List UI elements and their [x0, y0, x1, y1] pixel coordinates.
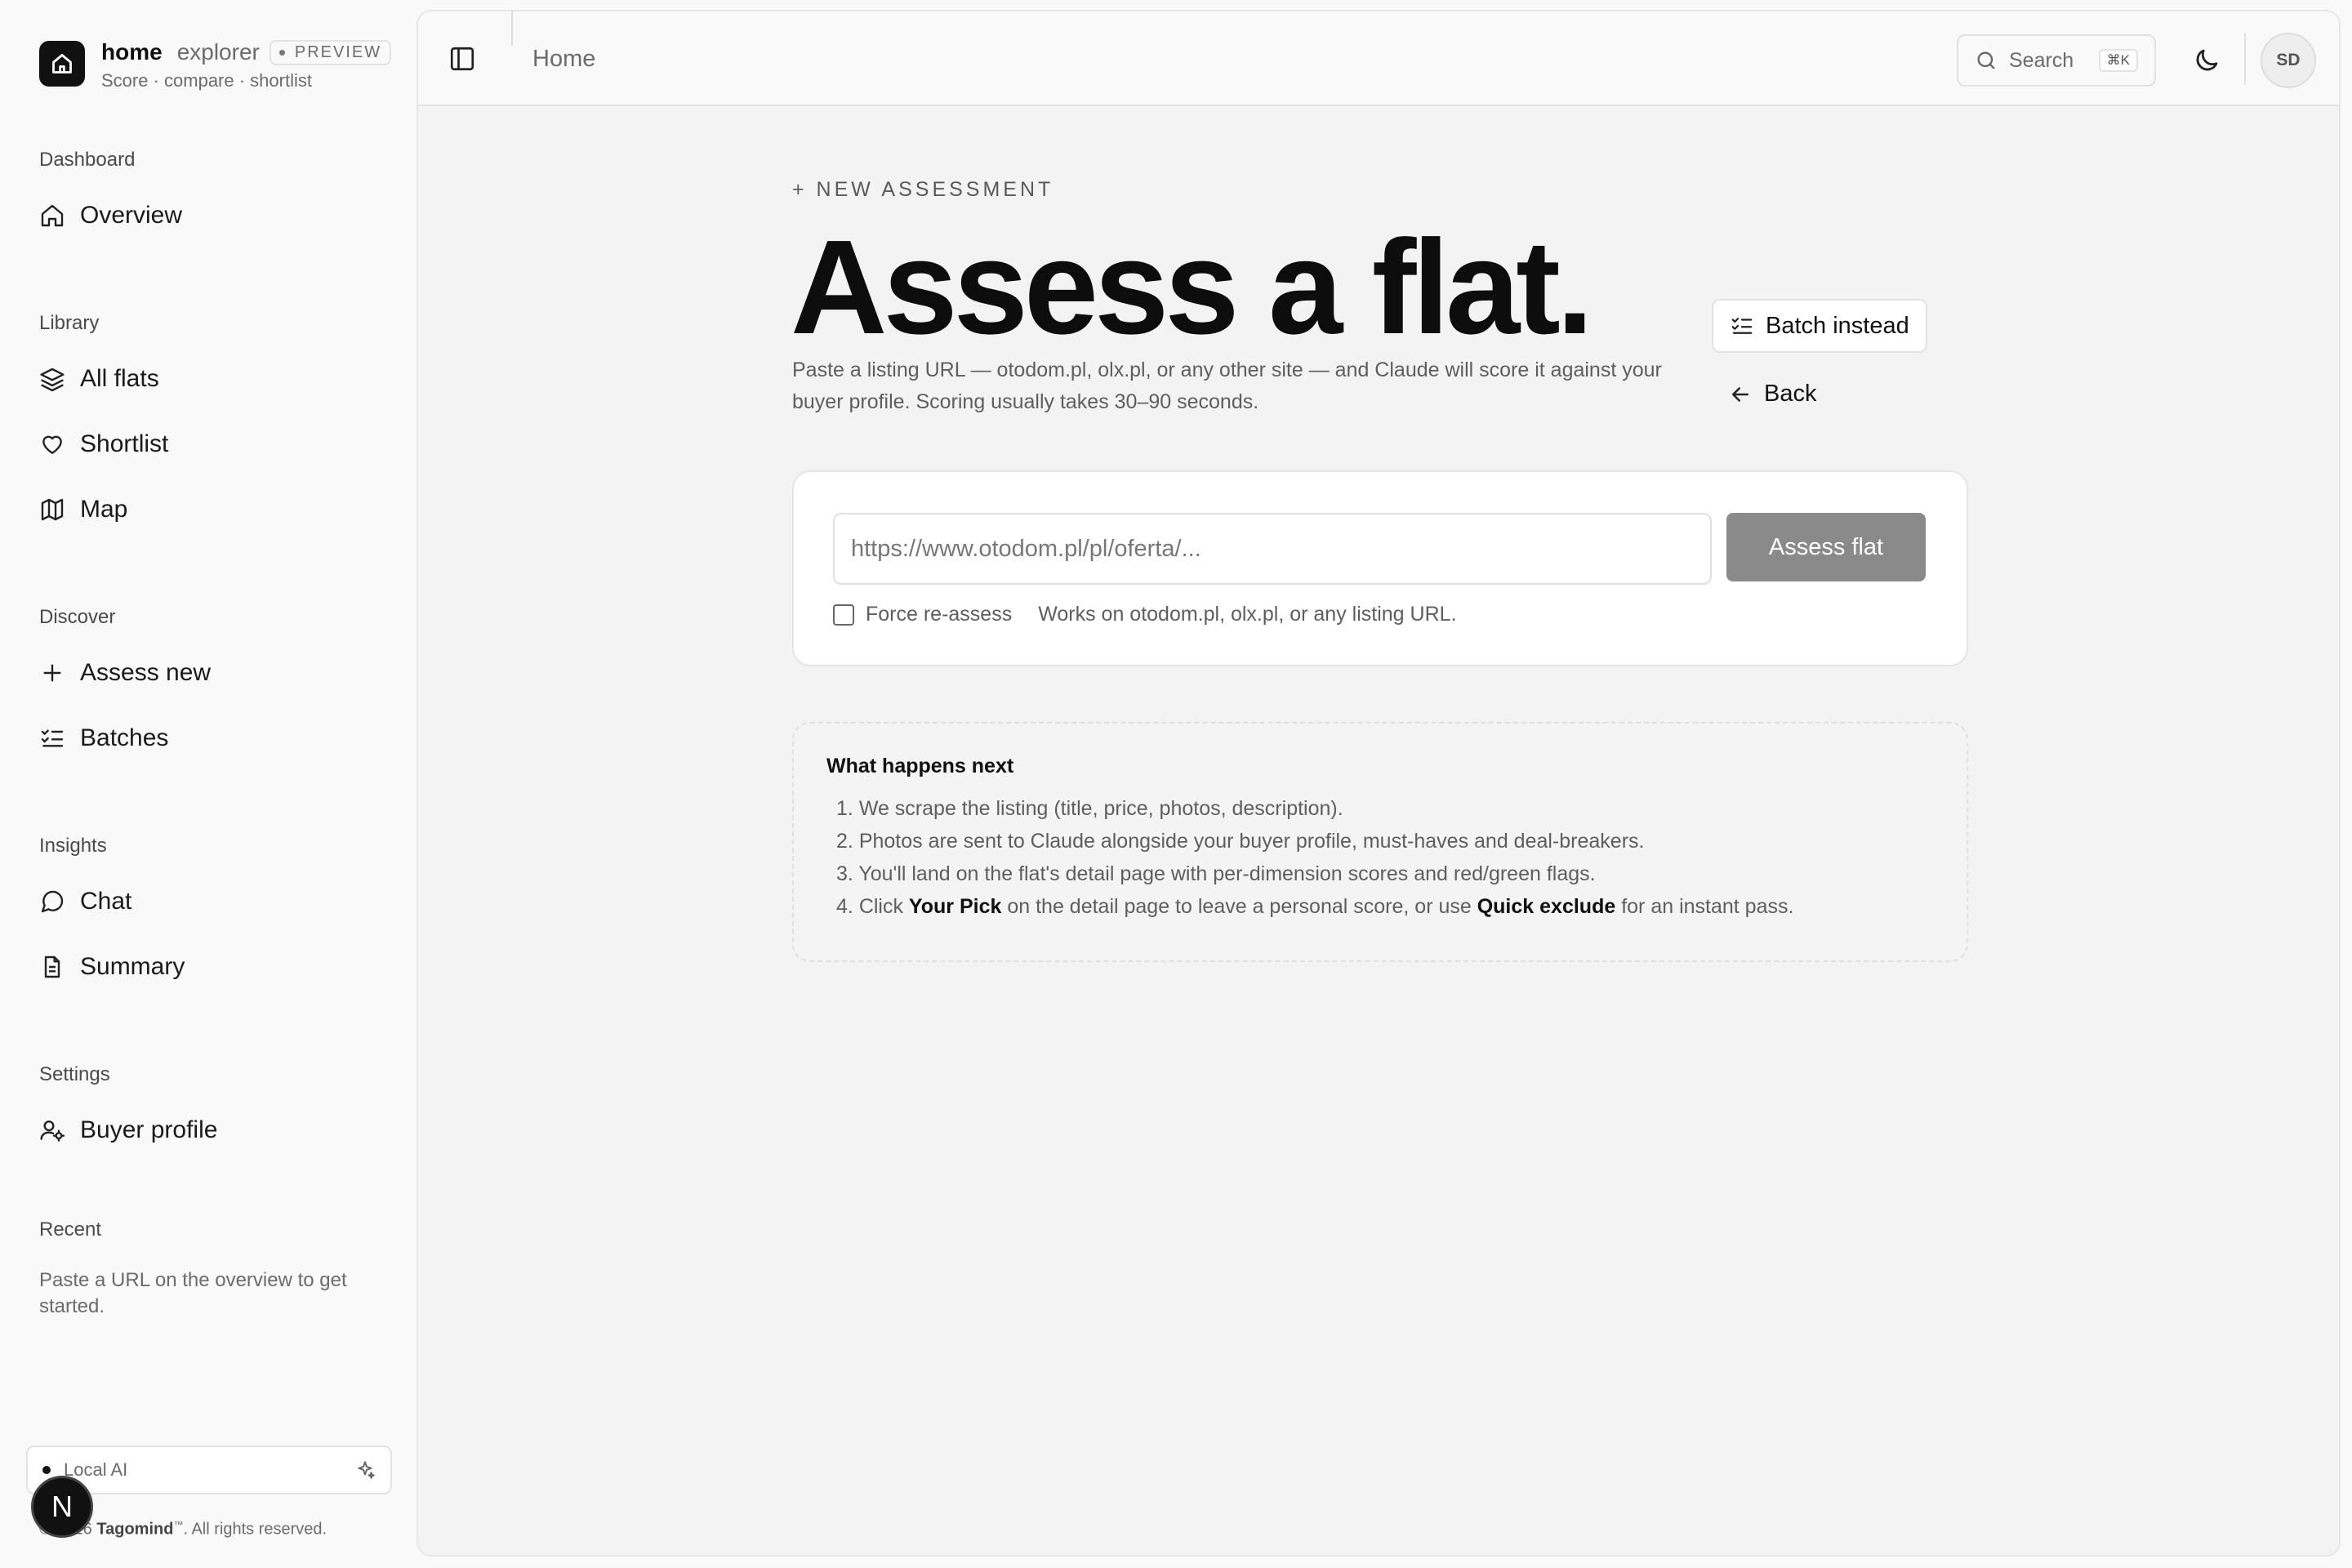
map-icon	[41, 498, 64, 521]
eyebrow: + NEW ASSESSMENT	[792, 178, 1054, 201]
assess-form-card: Assess flat Force re-assess Works on oto…	[792, 470, 1968, 666]
recent-empty-text: Paste a URL on the overview to get start…	[39, 1269, 347, 1317]
home-logo-icon	[39, 41, 85, 87]
home-icon	[41, 204, 64, 227]
preview-badge: PREVIEW	[269, 39, 392, 65]
step-item: 2. Photos are sent to Claude alongside y…	[836, 830, 1645, 853]
heart-icon	[42, 435, 62, 454]
list-checks-icon	[41, 729, 64, 747]
section-label-recent: Recent	[39, 1218, 102, 1241]
force-reassess-row: Force re-assess Works on otodom.pl, olx.…	[833, 603, 1456, 626]
panel-left-icon	[450, 47, 474, 71]
section-label-library: Library	[39, 312, 100, 334]
search-shortcut: ⌘K	[2098, 49, 2138, 72]
assess-flat-button[interactable]: Assess flat	[1726, 513, 1926, 581]
back-button[interactable]: Back	[1728, 381, 1816, 408]
moon-icon	[2196, 49, 2218, 71]
search-label: Search	[2009, 48, 2074, 72]
local-ai-label: Local AI	[64, 1459, 128, 1480]
force-reassess-label[interactable]: Force re-assess	[866, 603, 1012, 626]
list-checks-icon	[1731, 318, 1753, 334]
message-circle-icon	[41, 890, 64, 913]
section-label-insights: Insights	[39, 835, 107, 857]
search-button[interactable]: Search ⌘K	[1957, 34, 2156, 87]
theme-toggle-button[interactable]	[2192, 46, 2221, 75]
toggle-sidebar-button[interactable]	[448, 44, 477, 74]
breadcrumb[interactable]: Home	[532, 46, 595, 73]
topbar-divider	[511, 11, 513, 46]
step-item: 3. You'll land on the flat's detail page…	[836, 862, 1596, 885]
topbar: Home Search ⌘K SD	[418, 11, 2339, 106]
main-panel: Home Search ⌘K SD + NEW ASSESSMENT Asses…	[416, 10, 2341, 1557]
page-title: Assess a flat.	[791, 212, 1593, 362]
layers-icon	[40, 368, 65, 392]
user-cog-icon	[40, 1120, 65, 1142]
topbar-divider-right	[2244, 33, 2246, 85]
force-reassess-checkbox[interactable]	[833, 604, 854, 626]
step-item: 4. Click Your Pick on the detail page to…	[836, 895, 1794, 918]
step-item: 1. We scrape the listing (title, price, …	[836, 797, 1343, 820]
section-label-dashboard: Dashboard	[39, 149, 136, 171]
brand-name: home	[101, 39, 163, 65]
sparkles-icon	[358, 1461, 375, 1479]
batch-instead-button[interactable]: Batch instead	[1712, 299, 1927, 353]
search-icon	[1977, 51, 1995, 69]
sidebar-item-batches[interactable]: Batches	[39, 719, 168, 758]
sidebar-item-shortlist[interactable]: Shortlist	[39, 425, 168, 464]
sidebar-item-overview[interactable]: Overview	[39, 196, 182, 235]
sidebar: home explorer PREVIEW Score · compare · …	[0, 0, 416, 1568]
sidebar-item-chat[interactable]: Chat	[39, 882, 131, 921]
listing-url-input[interactable]	[833, 513, 1712, 585]
arrow-left-icon	[1732, 386, 1748, 402]
what-happens-next-card: What happens next 1. We scrape the listi…	[792, 722, 1968, 962]
sidebar-item-assess-new[interactable]: Assess new	[39, 653, 211, 693]
supported-sites-hint: Works on otodom.pl, olx.pl, or any listi…	[1038, 603, 1457, 626]
sidebar-item-map[interactable]: Map	[39, 490, 127, 529]
sidebar-item-buyer-profile[interactable]: Buyer profile	[39, 1111, 217, 1150]
sidebar-item-all-flats[interactable]: All flats	[39, 359, 159, 399]
section-label-discover: Discover	[39, 606, 116, 628]
section-label-settings: Settings	[39, 1063, 110, 1085]
sidebar-item-summary[interactable]: Summary	[39, 947, 185, 987]
nextjs-badge[interactable]: N	[31, 1476, 93, 1538]
brand-tagline: Score · compare · shortlist	[101, 70, 312, 91]
brand[interactable]: home explorer PREVIEW Score · compare · …	[39, 38, 392, 91]
avatar[interactable]: SD	[2261, 33, 2316, 88]
plus-icon	[43, 664, 61, 682]
steps-list: 1. We scrape the listing (title, price, …	[836, 792, 1793, 923]
file-text-icon	[44, 956, 60, 978]
status-dot	[42, 1466, 51, 1474]
page-subtitle: Paste a listing URL — otodom.pl, olx.pl,…	[792, 359, 1662, 413]
what-happens-next-title: What happens next	[826, 755, 1014, 777]
brand-sub-name: explorer	[176, 39, 260, 65]
